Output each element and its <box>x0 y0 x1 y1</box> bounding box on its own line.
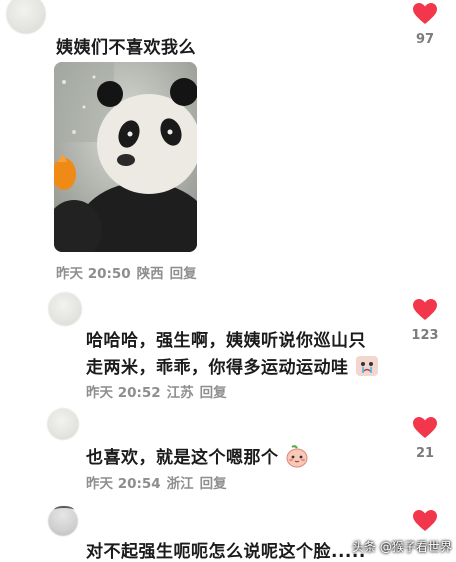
comment-meta: 昨天 20:50 陕西 回复 <box>56 262 203 282</box>
comment-location: 陕西 <box>136 266 164 282</box>
panda-image <box>54 62 197 252</box>
like-count: 123 <box>411 328 439 343</box>
like-button[interactable] <box>413 299 437 325</box>
comment-text-label: 也喜欢，就是这个嗯那个 <box>86 448 279 468</box>
reply-button[interactable]: 回复 <box>200 476 227 492</box>
comment-time: 昨天 20:54 <box>86 476 161 492</box>
comment-text: 也喜欢，就是这个嗯那个 <box>86 443 309 473</box>
comment-meta: 昨天 20:54 浙江 回复 <box>86 472 233 492</box>
like-button[interactable] <box>413 3 437 29</box>
comment-meta: 昨天 20:52 江苏 回复 <box>86 381 233 401</box>
like-count: 97 <box>415 32 435 47</box>
comment-text-line-1: 哈哈哈，强生啊，姨姨听说你巡山只 <box>86 331 366 351</box>
heart-icon <box>413 3 437 24</box>
commenter-avatar[interactable] <box>6 0 46 34</box>
heart-icon <box>413 417 437 438</box>
comment-time: 昨天 20:50 <box>56 266 131 282</box>
commenter-avatar[interactable] <box>48 292 82 326</box>
commenter-avatar[interactable] <box>47 408 79 440</box>
comment-text-line-2-label: 走两米，乖乖，你得多运动运动哇 <box>86 358 349 378</box>
blushing-peach-icon <box>285 444 309 473</box>
reply-button[interactable]: 回复 <box>200 385 227 401</box>
panda-photo[interactable] <box>54 62 197 252</box>
comment-location: 江苏 <box>166 385 194 401</box>
heart-icon <box>413 510 437 531</box>
watermark: 头条 @猴子看世界 <box>352 540 452 554</box>
like-button[interactable] <box>413 510 437 536</box>
like-count: 21 <box>415 446 435 461</box>
comment-text: 对不起强生呃呃怎么说呢这个脸..... <box>86 542 366 562</box>
comment-text: 姨姨们不喜欢我么 <box>56 38 196 58</box>
comment-text-line-2: 走两米，乖乖，你得多运动运动哇 <box>86 353 379 383</box>
heart-icon <box>413 299 437 320</box>
comment-time: 昨天 20:52 <box>86 385 161 401</box>
crying-sticker-icon <box>355 354 379 383</box>
comment-location: 浙江 <box>166 476 194 492</box>
reply-button[interactable]: 回复 <box>170 266 197 282</box>
like-button[interactable] <box>413 417 437 443</box>
avatar-ring-decor <box>54 506 74 514</box>
